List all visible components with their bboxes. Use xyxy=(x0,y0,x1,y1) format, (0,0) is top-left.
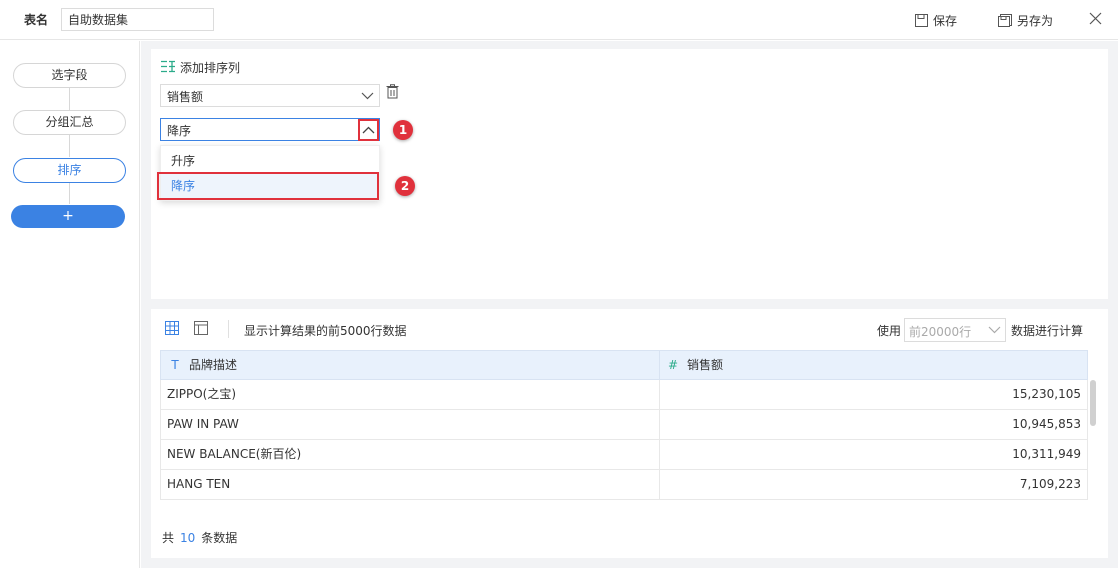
step-panel: 选字段 分组汇总 排序 + xyxy=(0,41,140,568)
table-name-label: 表名 xyxy=(24,13,49,27)
column-divider xyxy=(659,440,660,469)
add-sort-column-button[interactable]: 添加排序列 xyxy=(161,59,240,76)
sort-order-select[interactable]: 降序 xyxy=(160,118,380,141)
column-divider xyxy=(659,380,660,409)
toolbar-divider xyxy=(228,320,229,338)
column-label: 品牌描述 xyxy=(189,358,238,372)
table-row: PAW IN PAW 10,945,853 xyxy=(160,410,1088,440)
table-header: T 品牌描述 # 销售额 xyxy=(160,350,1088,380)
total-number: 10 xyxy=(180,531,196,545)
option-ascending[interactable]: 升序 xyxy=(161,149,379,173)
table-row: NEW BALANCE(新百伦) 10,311,949 xyxy=(160,440,1088,470)
save-as-label: 另存为 xyxy=(1017,14,1054,28)
calc-label: 数据进行计算 xyxy=(1011,324,1084,338)
step-sort[interactable]: 排序 xyxy=(13,158,126,183)
total-suffix: 条数据 xyxy=(201,531,238,545)
save-button[interactable]: 保存 xyxy=(915,12,957,29)
table-name-input[interactable] xyxy=(61,8,214,31)
chevron-down-icon xyxy=(988,324,1001,338)
delete-icon[interactable] xyxy=(386,84,399,102)
data-table: T 品牌描述 # 销售额 ZIPPO(之宝) 15,230,105 PAW IN P… xyxy=(160,350,1088,500)
cell-sales: 15,230,105 xyxy=(1012,387,1081,401)
total-prefix: 共 xyxy=(162,531,175,545)
step-group-summary[interactable]: 分组汇总 xyxy=(13,110,126,135)
sort-field-value: 销售额 xyxy=(167,90,204,104)
sort-field-select[interactable]: 销售额 xyxy=(160,84,380,107)
grid-view-icon[interactable] xyxy=(165,321,179,338)
save-as-button[interactable]: 另存为 xyxy=(998,12,1053,29)
top-bar: 表名 保存 另存为 xyxy=(0,0,1118,40)
add-sort-label: 添加排序列 xyxy=(180,61,241,75)
cell-sales: 10,945,853 xyxy=(1012,417,1081,431)
close-icon[interactable] xyxy=(1089,12,1102,28)
save-label: 保存 xyxy=(933,14,958,28)
step-connector xyxy=(69,88,70,110)
sort-order-toggle[interactable] xyxy=(358,119,379,141)
step-select-fields[interactable]: 选字段 xyxy=(13,63,126,88)
preview-note: 显示计算结果的前5000行数据 xyxy=(244,324,407,338)
add-sort-icon xyxy=(161,60,176,76)
row-limit-value: 前20000行 xyxy=(909,325,972,339)
column-label: 销售额 xyxy=(687,358,724,372)
column-header-sales[interactable]: # 销售额 xyxy=(665,351,723,379)
table-row: ZIPPO(之宝) 15,230,105 xyxy=(160,380,1088,410)
column-divider xyxy=(659,351,660,379)
column-header-brand[interactable]: T 品牌描述 xyxy=(167,351,237,379)
cell-sales: 10,311,949 xyxy=(1012,447,1081,461)
table-view-icon[interactable] xyxy=(194,321,208,338)
option-descending[interactable]: 降序 xyxy=(161,174,379,198)
table-row: HANG TEN 7,109,223 xyxy=(160,470,1088,500)
chevron-down-icon xyxy=(361,90,374,104)
callout-badge-1: 1 xyxy=(393,120,413,140)
step-connector xyxy=(69,135,70,157)
step-connector xyxy=(69,182,70,204)
sort-order-dropdown: 升序 降序 xyxy=(160,145,380,201)
add-step-button[interactable]: + xyxy=(11,205,125,228)
cell-brand: NEW BALANCE(新百伦) xyxy=(167,447,302,461)
text-type-icon: T xyxy=(171,358,179,372)
save-as-icon xyxy=(998,14,1012,27)
sort-order-value: 降序 xyxy=(167,124,192,138)
column-divider xyxy=(659,470,660,499)
row-limit-select[interactable]: 前20000行 xyxy=(904,318,1006,342)
total-count: 共 10 条数据 xyxy=(162,529,237,546)
cell-brand: HANG TEN xyxy=(167,477,231,491)
cell-brand: ZIPPO(之宝) xyxy=(167,387,237,401)
vertical-scrollbar[interactable] xyxy=(1090,380,1096,426)
cell-sales: 7,109,223 xyxy=(1019,477,1081,491)
use-label: 使用 xyxy=(877,324,902,338)
callout-badge-2: 2 xyxy=(395,176,415,196)
cell-brand: PAW IN PAW xyxy=(167,417,239,431)
save-icon xyxy=(915,14,928,27)
column-divider xyxy=(659,410,660,439)
number-type-icon: # xyxy=(667,358,679,372)
